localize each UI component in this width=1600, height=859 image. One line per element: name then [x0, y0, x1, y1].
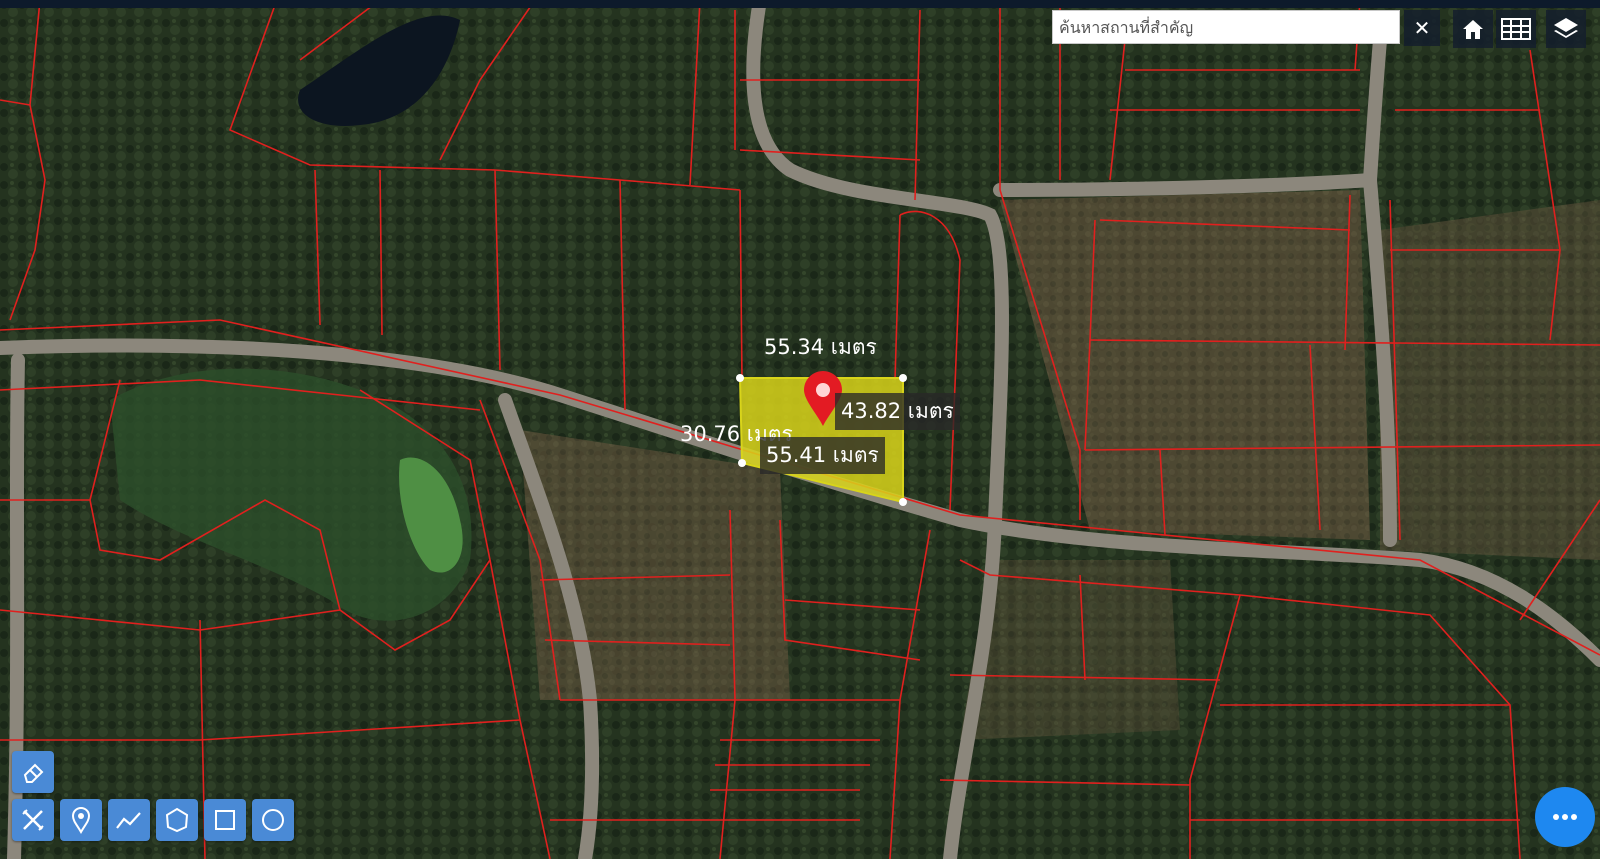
- circle-tool-button[interactable]: [252, 799, 294, 841]
- eraser-button[interactable]: [12, 751, 54, 793]
- layers-button[interactable]: [1546, 10, 1586, 48]
- polyline-icon: [116, 812, 141, 829]
- measure-label-bottom: 55.41 เมตร: [760, 437, 885, 474]
- vertex-handle[interactable]: [899, 498, 907, 506]
- clear-search-button[interactable]: ✕: [1404, 10, 1440, 46]
- search-box[interactable]: [1052, 10, 1400, 44]
- grid-button[interactable]: [1496, 10, 1536, 48]
- grid-icon: [1501, 18, 1531, 40]
- measure-label-top: 55.34 เมตร: [764, 335, 877, 359]
- eraser-icon: [23, 763, 44, 783]
- vertex-handle[interactable]: [738, 459, 746, 467]
- home-icon: [1463, 20, 1483, 39]
- top-bar: [0, 0, 1600, 8]
- satellite-map[interactable]: [0, 0, 1600, 859]
- search-input[interactable]: [1053, 11, 1399, 43]
- rectangle-icon: [215, 810, 235, 830]
- vertex-handle[interactable]: [736, 374, 744, 382]
- polygon-icon: [165, 807, 189, 833]
- clear-tools-icon: [22, 809, 44, 831]
- more-icon: [1553, 814, 1577, 820]
- rectangle-tool-button[interactable]: [204, 799, 246, 841]
- close-icon: ✕: [1413, 16, 1431, 40]
- marker-icon: [71, 806, 91, 834]
- marker-tool-button[interactable]: [60, 799, 102, 841]
- vertex-handle[interactable]: [899, 374, 907, 382]
- home-button[interactable]: [1453, 10, 1493, 48]
- circle-icon: [262, 809, 284, 831]
- polygon-tool-button[interactable]: [156, 799, 198, 841]
- clear-tools-button[interactable]: [12, 799, 54, 841]
- polyline-tool-button[interactable]: [108, 799, 150, 841]
- layers-icon: [1554, 18, 1578, 38]
- more-menu-button[interactable]: [1535, 787, 1595, 847]
- measure-label-right: 43.82 เมตร: [835, 393, 960, 430]
